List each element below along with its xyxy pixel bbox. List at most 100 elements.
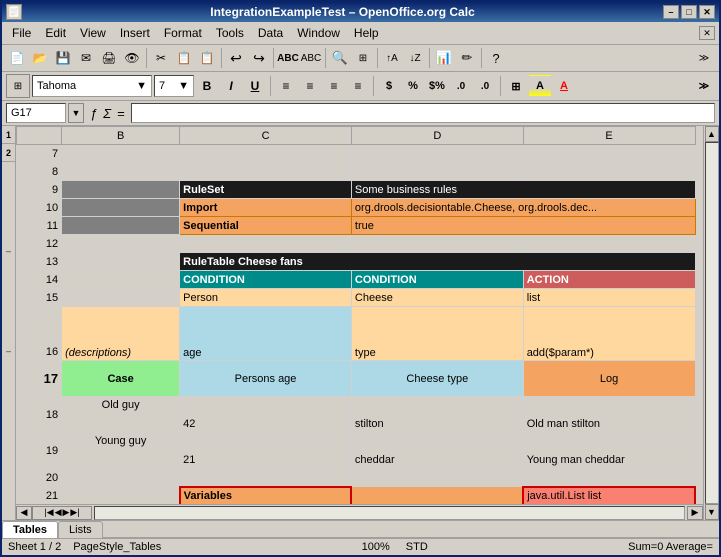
cell-d21[interactable] (351, 487, 523, 505)
menu-insert[interactable]: Insert (114, 24, 156, 42)
cell-d10[interactable]: org.drools.decisiontable.Cheese, org.dro… (351, 199, 695, 217)
currency-button[interactable]: $ (378, 75, 400, 97)
cell-b11[interactable] (62, 217, 180, 235)
cell-d8[interactable] (351, 163, 523, 181)
cell-d14[interactable]: CONDITION (351, 271, 523, 289)
vscroll-track[interactable] (705, 142, 719, 504)
function-wizard-icon[interactable]: ƒ (88, 106, 99, 121)
menu-edit[interactable]: Edit (39, 24, 72, 42)
maximize-button[interactable]: □ (681, 5, 697, 19)
cell-b21[interactable] (62, 487, 180, 505)
align-right-button[interactable]: ≡ (323, 75, 345, 97)
italic-button[interactable]: I (220, 75, 242, 97)
col-header-d[interactable]: D (351, 127, 523, 145)
paste-button[interactable]: 📋 (196, 47, 218, 69)
cell-b19[interactable]: Young guy (62, 433, 180, 469)
new-button[interactable]: 📄 (6, 47, 28, 69)
cell-e15[interactable]: list (523, 289, 695, 307)
group-minus-1[interactable]: – (6, 246, 11, 256)
undo-button[interactable]: ↩ (225, 47, 247, 69)
cell-e17[interactable]: Log (523, 361, 695, 397)
cell-b14[interactable] (62, 271, 180, 289)
minimize-button[interactable]: – (663, 5, 679, 19)
hscroll-left-btn[interactable]: ◀ (16, 506, 32, 520)
cell-e21[interactable]: java.util.List list (523, 487, 695, 505)
cell-c16[interactable]: age (180, 307, 352, 361)
bold-button[interactable]: B (196, 75, 218, 97)
grid-scroll-area[interactable]: B C D E 7 (16, 126, 703, 504)
navigator-button[interactable]: ⊞ (352, 47, 374, 69)
col-header-c[interactable]: C (180, 127, 352, 145)
cell-c14[interactable]: CONDITION (180, 271, 352, 289)
group-minus-2[interactable]: – (6, 346, 11, 356)
cell-b12[interactable] (62, 235, 180, 253)
tab-first-btn[interactable]: |◀ (44, 507, 53, 518)
decimal-inc-button[interactable]: .0 (450, 75, 472, 97)
font-name-box[interactable]: Tahoma ▼ (32, 75, 152, 97)
cell-c19[interactable]: 21 (180, 433, 352, 469)
cell-e20[interactable] (523, 469, 695, 487)
cell-b15[interactable] (62, 289, 180, 307)
hscroll-track[interactable] (94, 506, 685, 520)
menu-view[interactable]: View (74, 24, 112, 42)
cell-c17[interactable]: Persons age (180, 361, 352, 397)
cell-b7[interactable] (62, 145, 180, 163)
menu-window[interactable]: Window (291, 24, 346, 42)
cell-d11[interactable]: true (351, 217, 695, 235)
draw-button[interactable]: ✏ (456, 47, 478, 69)
currency2-button[interactable]: $% (426, 75, 448, 97)
vscroll-up-btn[interactable]: ▲ (705, 126, 719, 142)
decimal-dec-button[interactable]: .0 (474, 75, 496, 97)
cell-c10[interactable]: Import (180, 199, 352, 217)
cell-c20[interactable] (180, 469, 352, 487)
redo-button[interactable]: ↪ (248, 47, 270, 69)
sheet-tab-tables[interactable]: Tables (2, 521, 58, 538)
col-header-b[interactable]: B (62, 127, 180, 145)
spellcheck2-button[interactable]: ABC (300, 47, 322, 69)
equals-icon[interactable]: = (115, 106, 127, 121)
cell-d12[interactable] (351, 235, 523, 253)
cell-c7[interactable] (180, 145, 352, 163)
cell-b20[interactable] (62, 469, 180, 487)
col-header-e[interactable]: E (523, 127, 695, 145)
cell-d16[interactable]: type (351, 307, 523, 361)
sort-desc-button[interactable]: ↓Z (404, 47, 426, 69)
styles-box[interactable]: ⊞ (6, 74, 30, 98)
cell-e19[interactable]: Young man cheddar (523, 433, 695, 469)
find-button[interactable]: 🔍 (329, 47, 351, 69)
extra-btn[interactable]: ≫ (693, 47, 715, 69)
menu-format[interactable]: Format (158, 24, 208, 42)
cell-e16[interactable]: add($param*) (523, 307, 695, 361)
email-button[interactable]: ✉ (75, 47, 97, 69)
cell-e14[interactable]: ACTION (523, 271, 695, 289)
cell-d9[interactable]: Some business rules (351, 181, 695, 199)
cell-c11[interactable]: Sequential (180, 217, 352, 235)
align-left-button[interactable]: ≡ (275, 75, 297, 97)
cell-b10[interactable] (62, 199, 180, 217)
cell-b17[interactable]: Case (62, 361, 180, 397)
print-button[interactable]: 🖨 (98, 47, 120, 69)
tab-next-btn[interactable]: ▶ (63, 507, 70, 518)
menu-file[interactable]: File (6, 24, 37, 42)
bg-color-button[interactable]: A (529, 75, 551, 97)
underline-button[interactable]: U (244, 75, 266, 97)
cell-c21[interactable]: Variables (180, 487, 352, 505)
cell-b18[interactable]: Old guy (62, 397, 180, 433)
group-level-1[interactable]: 1 (2, 126, 16, 144)
sheet-tab-lists[interactable]: Lists (58, 521, 103, 538)
close-button[interactable]: ✕ (699, 5, 715, 19)
cell-reference-box[interactable] (6, 103, 66, 123)
font-color-button[interactable]: A (553, 75, 575, 97)
font-name-dropdown-icon[interactable]: ▼ (136, 80, 147, 92)
cell-c8[interactable] (180, 163, 352, 181)
percent-button[interactable]: % (402, 75, 424, 97)
cut-button[interactable]: ✂ (150, 47, 172, 69)
cell-d15[interactable]: Cheese (351, 289, 523, 307)
vscroll-down-btn[interactable]: ▼ (705, 504, 719, 520)
cell-d20[interactable] (351, 469, 523, 487)
cell-d19[interactable]: cheddar (351, 433, 523, 469)
tab-prev-btn[interactable]: ◀ (55, 507, 62, 518)
cell-c13[interactable]: RuleTable Cheese fans (180, 253, 695, 271)
group-level-2[interactable]: 2 (2, 144, 16, 162)
app-close-button[interactable]: ✕ (699, 26, 715, 40)
